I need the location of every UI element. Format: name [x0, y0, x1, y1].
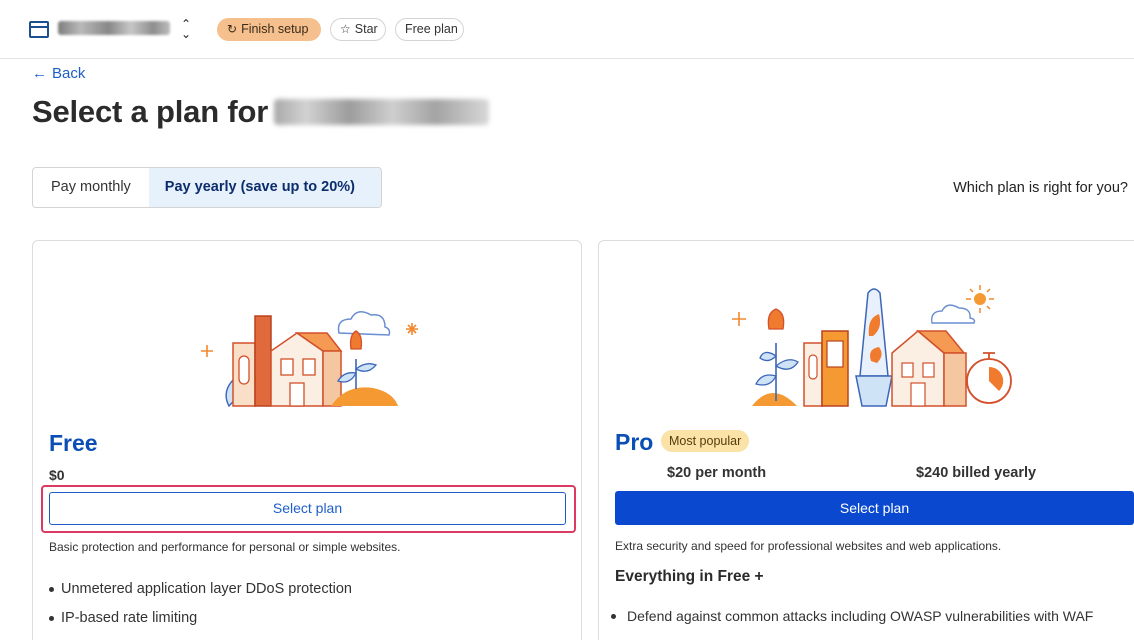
plan-badge[interactable]: Free plan: [395, 18, 464, 41]
most-popular-badge: Most popular: [661, 430, 750, 452]
page-title: Select a plan for: [32, 94, 269, 129]
website-icon: [29, 21, 49, 38]
plan-price: $0: [49, 467, 65, 483]
select-pro-plan-button[interactable]: Select plan: [615, 491, 1134, 525]
star-button[interactable]: ☆ Star: [330, 18, 386, 41]
back-label: Back: [52, 65, 86, 82]
monthly-price: $20 per month: [667, 465, 767, 481]
feature-list: Unmetered application layer DDoS protect…: [49, 580, 352, 638]
feature-item: IP-based rate limiting: [49, 609, 352, 638]
feature-list: Defend against common attacks including …: [611, 607, 1093, 636]
redacted-domain: [274, 99, 490, 125]
plan-help-link[interactable]: Which plan is right for you?: [953, 180, 1128, 196]
plan-badge-label: Free plan: [405, 22, 458, 36]
chevron-up-down-icon[interactable]: ⌃ ⌄: [179, 18, 193, 41]
back-link[interactable]: ← Back: [32, 65, 85, 82]
domain-name-redacted[interactable]: [58, 21, 170, 35]
billing-toggle: Pay monthly Pay yearly (save up to 20%): [32, 167, 382, 208]
pro-plan-illustration: [732, 285, 1012, 407]
yearly-price: $240 billed yearly: [916, 465, 1037, 481]
includes-heading: Everything in Free +: [615, 568, 764, 585]
pay-monthly-option[interactable]: Pay monthly: [33, 168, 149, 207]
plan-name: Free: [49, 430, 98, 456]
free-plan-illustration: [201, 311, 418, 408]
finish-setup-button[interactable]: ↻ Finish setup: [217, 18, 321, 41]
feature-item: Unmetered application layer DDoS protect…: [49, 580, 352, 609]
free-plan-card: Free $0 Select plan Basic protection and…: [32, 240, 582, 640]
finish-setup-label: Finish setup: [241, 22, 309, 36]
select-free-plan-button[interactable]: Select plan: [49, 492, 566, 525]
star-label: Star: [354, 22, 378, 36]
pay-yearly-option[interactable]: Pay yearly (save up to 20%): [148, 168, 381, 207]
pro-plan-card: Pro Most popular $20 per month $240 bill…: [598, 240, 1134, 640]
plan-description: Basic protection and performance for per…: [49, 540, 401, 554]
top-bar: ⌃ ⌄ ↻ Finish setup ☆ Star Free plan: [0, 0, 1134, 59]
plan-description: Extra security and speed for professiona…: [615, 539, 1002, 553]
plan-name: Pro: [615, 429, 654, 455]
page-title-row: Select a plan for: [32, 94, 490, 134]
feature-item: Defend against common attacks including …: [611, 607, 1093, 636]
refresh-icon: ↻: [227, 22, 238, 36]
arrow-left-icon: ←: [32, 65, 47, 82]
star-icon: ☆: [340, 22, 351, 36]
